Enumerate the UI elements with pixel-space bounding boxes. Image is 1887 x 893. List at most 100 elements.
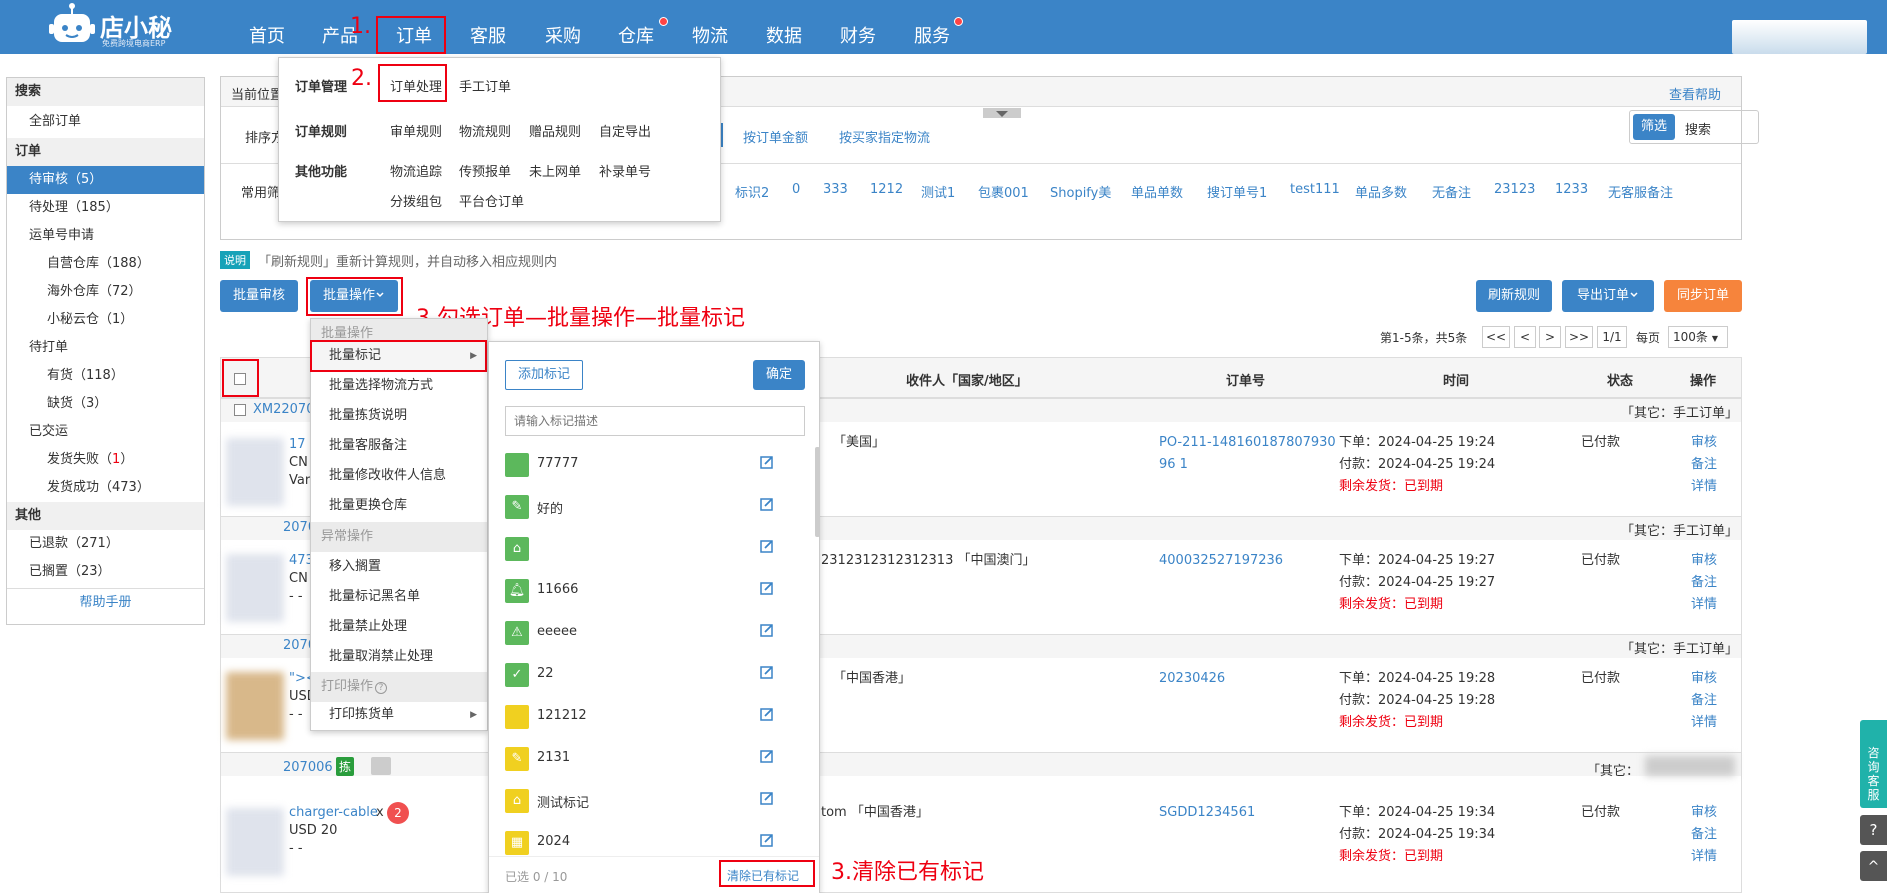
row-checkbox[interactable] [234,404,246,416]
menu-upload-forecast[interactable]: 传预报单 [459,161,511,180]
mark-item[interactable]: ✓ 22 [505,659,800,689]
filter-tag[interactable]: 0 [792,182,800,197]
batch-menu-item[interactable]: 批量选择物流方式 [311,371,487,401]
menu-custom-export[interactable]: 自定导出 [599,121,651,140]
menu-logistics-tracking[interactable]: 物流追踪 [390,161,442,180]
mark-item[interactable]: 77777 [505,449,800,479]
edit-icon[interactable] [759,622,775,638]
batch-menu-item[interactable]: 移入搁置 [311,552,487,582]
sidebar-ship-success[interactable]: 发货成功（473） [7,474,204,502]
detail-link[interactable]: 详情 [1691,594,1717,616]
edit-icon[interactable] [759,790,775,806]
mark-item[interactable]: 121212 [505,701,800,731]
last-page-button[interactable]: >> [1565,326,1593,348]
filter-tag[interactable]: 23123 [1494,182,1535,197]
sidebar-tracking-apply[interactable]: 运单号申请 [7,222,204,250]
sidebar-out-of-stock[interactable]: 缺货（3） [7,390,204,418]
prev-page-button[interactable]: < [1514,326,1536,348]
nav-data[interactable]: 数据 [766,22,802,48]
help-float-icon[interactable]: ? [1860,815,1887,845]
nav-finance[interactable]: 财务 [840,22,876,48]
confirm-button[interactable]: 确定 [753,360,805,390]
filter-tag[interactable]: 1212 [870,182,903,197]
review-link[interactable]: 审核 [1691,802,1717,824]
filter-tag[interactable]: 333 [823,182,848,197]
brand-logo[interactable]: 店小秘 免费跨境电商ERP [48,2,178,50]
export-orders-button[interactable]: 导出订单 [1562,280,1654,312]
order-number[interactable]: 20230426 [1159,668,1225,690]
order-number[interactable]: 400032527197236 [1159,550,1283,572]
note-link[interactable]: 备注 [1691,454,1717,476]
menu-gift-rules[interactable]: 赠品规则 [529,121,581,140]
mark-item[interactable]: 🔔︎ 11666 [505,575,800,605]
sync-orders-button[interactable]: 同步订单 [1664,280,1742,312]
search-mode-button[interactable]: 搜索 [1685,119,1711,138]
batch-menu-item[interactable]: 批量更换仓库 [311,491,487,521]
mark-item[interactable]: ⚠ eeeee [505,617,800,647]
filter-tag[interactable]: 测试1 [921,182,955,201]
edit-icon[interactable] [759,664,775,680]
sidebar-pending[interactable]: 待处理（185） [7,194,204,222]
detail-link[interactable]: 详情 [1691,712,1717,734]
back-to-top-icon[interactable]: ^ [1860,851,1887,881]
sidebar-pending-review[interactable]: 待审核（5） [7,166,204,194]
menu-package-group[interactable]: 分拨组包 [390,191,442,210]
mark-item[interactable]: ▦ 2024 [505,827,800,857]
nav-home[interactable]: 首页 [249,22,285,48]
filter-tag[interactable]: 无客服备注 [1608,182,1673,201]
batch-menu-item[interactable]: 批量拣货说明 [311,401,487,431]
review-link[interactable]: 审核 [1691,550,1717,572]
sidebar-refunded[interactable]: 已退款（271） [7,530,204,558]
order-number[interactable]: SGDD1234561 [1159,802,1255,824]
order-id[interactable]: XM22070 [253,402,314,417]
sort-by-amount[interactable]: 按订单金额 [743,127,808,146]
filter-mode-button[interactable]: 筛选 [1633,114,1675,140]
sidebar-shipped[interactable]: 已交运 [7,418,204,446]
mark-item[interactable]: ✎ 2131 [505,743,800,773]
detail-link[interactable]: 详情 [1691,476,1717,498]
menu-supplement-tracking[interactable]: 补录单号 [599,161,651,180]
batch-menu-item[interactable]: 批量修改收件人信息 [311,461,487,491]
nav-warehouse[interactable]: 仓库 [618,22,654,48]
menu-not-online[interactable]: 未上网单 [529,161,581,180]
edit-icon[interactable] [759,454,775,470]
add-mark-button[interactable]: 添加标记 [505,360,583,390]
sort-by-logistics[interactable]: 按买家指定物流 [839,127,930,146]
filter-tag[interactable]: test111 [1290,182,1340,197]
mark-item[interactable]: ⌂ 测试标记 [505,785,800,815]
review-link[interactable]: 审核 [1691,432,1717,454]
nav-logistics[interactable]: 物流 [692,22,728,48]
edit-icon[interactable] [759,748,775,764]
filter-tag[interactable]: Shopify美 [1050,182,1111,201]
collapse-toggle[interactable] [983,108,1021,118]
filter-tag[interactable]: 1233 [1555,182,1588,197]
user-avatar-box[interactable] [1732,20,1867,54]
help-link[interactable]: 查看帮助 [1669,84,1721,103]
nav-services[interactable]: 服务 [914,22,950,48]
batch-review-button[interactable]: 批量审核 [220,280,298,312]
filter-tag[interactable]: 搜订单号1 [1207,182,1267,201]
sidebar-to-print[interactable]: 待打单 [7,334,204,362]
review-link[interactable]: 审核 [1691,668,1717,690]
note-link[interactable]: 备注 [1691,690,1717,712]
sidebar-ship-fail[interactable]: 发货失败（1） [7,446,204,474]
edit-icon[interactable] [759,538,775,554]
sidebar-cloud-warehouse[interactable]: 小秘云仓（1） [7,306,204,334]
edit-icon[interactable] [759,832,775,848]
refresh-rules-button[interactable]: 刷新规则 [1476,280,1552,312]
scrollbar[interactable] [815,447,820,537]
batch-print-item[interactable]: 打印拣货单 ▶ [311,700,487,730]
menu-logistics-rules[interactable]: 物流规则 [459,121,511,140]
menu-manual-order[interactable]: 手工订单 [459,76,511,95]
edit-icon[interactable] [759,706,775,722]
filter-tag[interactable]: 标识2 [735,182,769,201]
filter-tag[interactable]: 无备注 [1432,182,1471,201]
first-page-button[interactable]: << [1482,326,1510,348]
per-page-select[interactable]: 100条 ▼ [1668,326,1728,348]
sidebar-help-link[interactable]: 帮助手册 [7,588,204,616]
note-link[interactable]: 备注 [1691,824,1717,846]
order-id[interactable]: 207006 [283,760,333,775]
edit-icon[interactable] [759,580,775,596]
sidebar-in-stock[interactable]: 有货（118） [7,362,204,390]
batch-menu-item[interactable]: 批量取消禁止处理 [311,642,487,672]
